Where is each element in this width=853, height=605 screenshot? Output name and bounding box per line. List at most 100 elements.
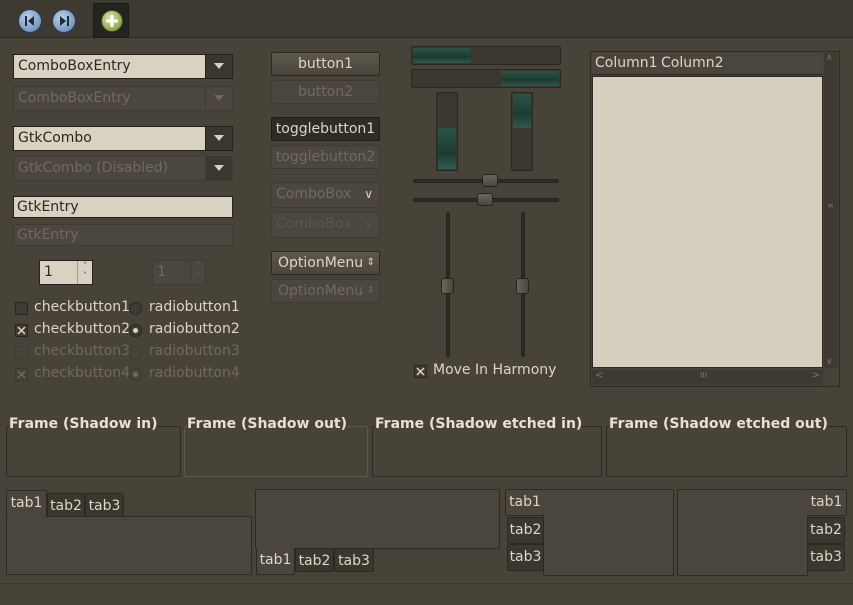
check-mark-icon [17, 326, 26, 335]
chevron-down-icon [214, 95, 224, 101]
add-icon [101, 10, 123, 32]
notebook-top-tab3[interactable]: tab3 [85, 493, 124, 517]
option-menu-disabled-value: OptionMenu [278, 283, 364, 299]
hscale-2-slider[interactable] [477, 193, 493, 206]
spin-arrows-disabled: ˄ ˅ [190, 261, 205, 284]
scroll-up-icon[interactable]: ∧ [826, 53, 833, 63]
button2: button2 [271, 80, 380, 104]
notebook-right-tab3[interactable]: tab3 [807, 544, 845, 571]
radiobutton1-label[interactable]: radiobutton1 [149, 299, 240, 315]
move-in-harmony-checkbox[interactable] [414, 365, 427, 378]
frame-shadow-out-title: Frame (Shadow out) [187, 416, 347, 432]
chevron-down-icon [214, 63, 224, 69]
toolbar [0, 0, 853, 38]
togglebutton1[interactable]: togglebutton1 [271, 117, 380, 141]
notebook-right-tab2[interactable]: tab2 [807, 517, 845, 544]
chevron-up-icon: ˄ [196, 261, 200, 270]
option-menu-disabled: OptionMenu ⇕ [271, 279, 380, 303]
treeview-header: Column1 Column2 [592, 53, 823, 75]
checkbutton4-box [15, 368, 28, 381]
button1[interactable]: button1 [271, 52, 380, 76]
option-menu[interactable]: OptionMenu ⇕ [271, 251, 380, 275]
scroll-down-icon[interactable]: ∨ [826, 357, 833, 367]
frame-shadow-etched-in [372, 426, 602, 477]
radio-dot-icon [133, 372, 138, 377]
media-next-icon[interactable] [52, 9, 76, 33]
column2-header[interactable]: Column2 [661, 55, 724, 71]
notebook-top-tab1[interactable]: tab1 [6, 490, 47, 517]
notebook-top-page [6, 516, 252, 575]
up-down-arrows-icon: ⇕ [366, 285, 375, 296]
vertical-scrollbar[interactable]: ∧ ∨ ≡ [824, 53, 838, 368]
combobox-value: ComboBox [276, 186, 352, 202]
chevron-down-icon[interactable]: ˅ [78, 271, 92, 281]
chevron-down-icon: ˅ [196, 271, 200, 280]
gtk-combo-disabled: GtkCombo (Disabled) [13, 156, 233, 181]
notebook-left-tab3[interactable]: tab3 [507, 544, 544, 571]
radiobutton2-label[interactable]: radiobutton2 [149, 321, 240, 337]
horizontal-scrollbar[interactable]: < III > [592, 370, 823, 385]
notebook-bottom-page [255, 489, 500, 549]
progress-fill [438, 128, 456, 169]
checkbutton3-box [15, 346, 28, 359]
check-mark-icon [17, 370, 26, 379]
gtk-entry[interactable]: GtkEntry [13, 196, 233, 218]
gtk-combo-dropdown-button[interactable] [205, 127, 232, 150]
frame-shadow-in [6, 426, 181, 477]
column1-header[interactable]: Column1 [595, 55, 658, 71]
notebook-bottom-tab3[interactable]: tab3 [334, 548, 374, 572]
notebook-top-tab2[interactable]: tab2 [47, 493, 85, 517]
treeview[interactable] [592, 76, 823, 368]
combobox-disabled-value: ComboBox [276, 216, 352, 232]
spin-button-disabled: 1 ˄ ˅ [152, 260, 206, 285]
notebook-right-tab1[interactable]: tab1 [807, 489, 847, 516]
checkbutton3-label: checkbutton3 [34, 343, 131, 359]
notebook-left-tab1[interactable]: tab1 [505, 489, 544, 516]
frame-shadow-etched-out-title: Frame (Shadow etched out) [609, 416, 828, 432]
checkbutton2-label[interactable]: checkbutton2 [34, 321, 130, 337]
radiobutton3-label: radiobutton3 [149, 343, 240, 359]
scroll-grip-text: III [700, 371, 708, 380]
chevron-down-icon [214, 135, 224, 141]
notebook-left-page [543, 489, 674, 576]
chevron-down-icon[interactable]: ∨ [364, 183, 373, 205]
notebook-left-tab2[interactable]: tab2 [507, 517, 544, 544]
checkbutton1-label[interactable]: checkbutton1 [34, 299, 130, 315]
spin-button-value: 1 [44, 264, 53, 280]
togglebutton2: togglebutton2 [271, 145, 380, 169]
combobox-entry[interactable]: ComboBoxEntry [13, 54, 233, 79]
gtk-entry-disabled: GtkEntry [13, 224, 233, 246]
status-separator [0, 583, 853, 584]
chevron-down-icon: ∨ [364, 217, 373, 231]
radiobutton4-label: radiobutton4 [149, 365, 240, 381]
radiobutton1-circle[interactable] [129, 302, 142, 315]
scroll-left-icon[interactable]: < [595, 370, 603, 381]
progress-bar-h1 [411, 46, 561, 65]
move-in-harmony-label[interactable]: Move In Harmony [433, 362, 556, 378]
check-mark-icon [416, 367, 425, 376]
chevron-down-icon [214, 165, 224, 171]
radiobutton2-circle[interactable] [129, 324, 142, 337]
hscale-1-slider[interactable] [482, 174, 498, 187]
checkbutton1-box[interactable] [15, 302, 28, 315]
gtk-combo[interactable]: GtkCombo [13, 126, 233, 151]
vscale-1-slider[interactable] [441, 278, 454, 294]
add-button[interactable] [93, 3, 129, 38]
media-previous-icon[interactable] [18, 9, 42, 33]
combobox-entry-dropdown-button[interactable] [205, 55, 232, 78]
checkbutton2-box[interactable] [15, 324, 28, 337]
scroll-grip-icon: ≡ [827, 201, 834, 210]
vscale-2-slider[interactable] [516, 278, 529, 294]
scroll-right-icon[interactable]: > [812, 370, 820, 381]
spin-button-disabled-value: 1 [157, 264, 166, 280]
progress-bar-v1 [436, 92, 458, 171]
chevron-up-icon[interactable]: ˄ [78, 261, 92, 271]
checkbutton4-label: checkbutton4 [34, 365, 131, 381]
frame-shadow-etched-out [606, 426, 847, 477]
spin-button[interactable]: 1 ˄ ˅ [39, 260, 93, 285]
spin-arrows[interactable]: ˄ ˅ [77, 261, 92, 284]
notebook-bottom-tab1[interactable]: tab1 [256, 548, 295, 575]
notebook-bottom-tab2[interactable]: tab2 [295, 548, 334, 572]
combobox[interactable]: ComboBox ∨ [271, 182, 380, 208]
gtk-entry-value: GtkEntry [17, 199, 79, 215]
